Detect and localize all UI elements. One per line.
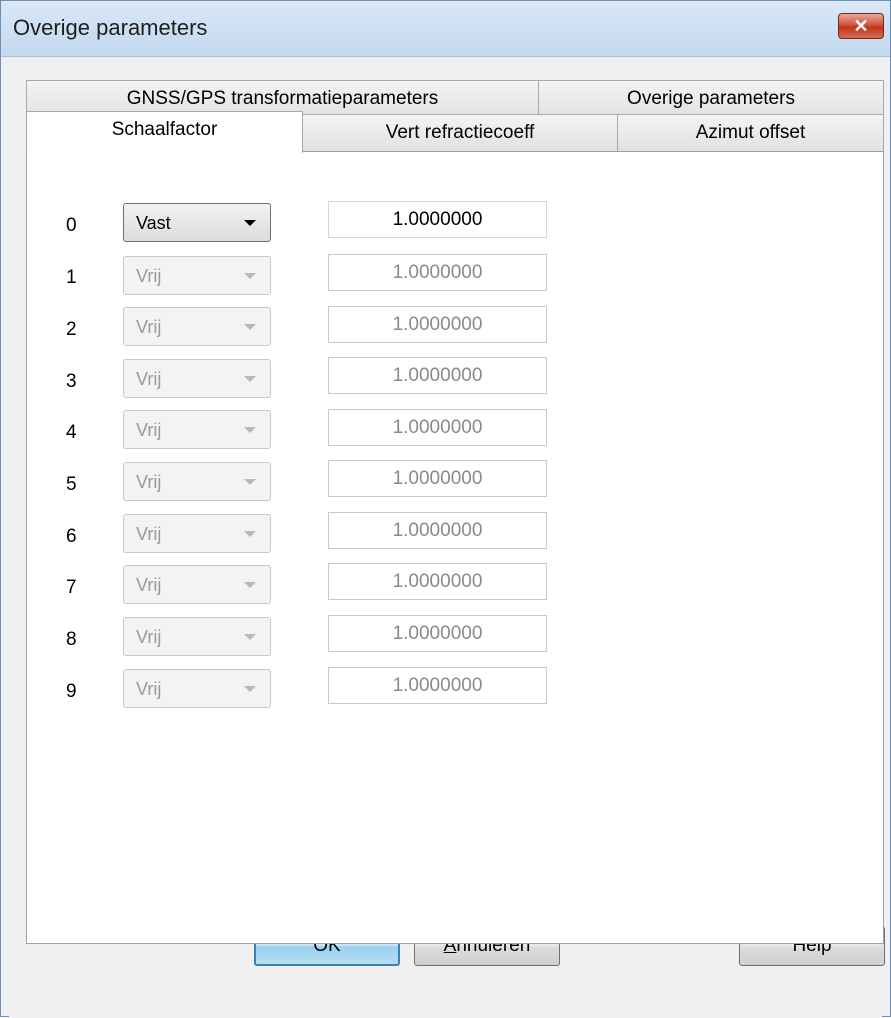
tab-label: GNSS/GPS transformatieparameters — [126, 88, 439, 109]
row-index: 0 — [66, 215, 77, 236]
mode-value: Vrij — [136, 266, 162, 286]
factor-input[interactable]: 1.0000000 — [328, 306, 547, 343]
chevron-down-icon — [244, 582, 256, 588]
row-index: 8 — [66, 629, 77, 650]
tab-label: Vert refractiecoeff — [385, 122, 535, 143]
factor-input[interactable]: 1.0000000 — [328, 201, 547, 238]
mode-dropdown[interactable]: Vrij — [123, 462, 271, 501]
factor-input[interactable]: 1.0000000 — [328, 615, 547, 652]
mode-value: Vrij — [136, 369, 162, 389]
mode-value: Vast — [136, 213, 171, 233]
dialog-window: Overige parameters ✕ GNSS/GPS transforma… — [0, 0, 891, 1018]
tab-vert-refractiecoeff[interactable]: Vert refractiecoeff — [302, 114, 618, 151]
close-button[interactable]: ✕ — [838, 13, 884, 39]
mode-value: Vrij — [136, 472, 162, 492]
factor-input[interactable]: 1.0000000 — [328, 357, 547, 394]
mode-dropdown[interactable]: Vast — [123, 203, 271, 242]
chevron-down-icon — [244, 427, 256, 433]
mode-dropdown[interactable]: Vrij — [123, 669, 271, 708]
mode-value: Vrij — [136, 420, 162, 440]
chevron-down-icon — [244, 531, 256, 537]
chevron-down-icon — [244, 479, 256, 485]
mode-dropdown[interactable]: Vrij — [123, 410, 271, 449]
row-index: 1 — [66, 267, 77, 288]
dialog-client: GNSS/GPS transformatieparameters Overige… — [9, 57, 884, 1018]
title-bar[interactable]: Overige parameters ✕ — [1, 1, 890, 57]
factor-input[interactable]: 1.0000000 — [328, 563, 547, 600]
mode-dropdown[interactable]: Vrij — [123, 256, 271, 295]
close-icon: ✕ — [853, 16, 869, 36]
mode-value: Vrij — [136, 524, 162, 544]
mode-dropdown[interactable]: Vrij — [123, 514, 271, 553]
mode-value: Vrij — [136, 679, 162, 699]
factor-input[interactable]: 1.0000000 — [328, 409, 547, 446]
mode-value: Vrij — [136, 317, 162, 337]
row-index: 6 — [66, 526, 77, 547]
chevron-down-icon — [244, 324, 256, 330]
chevron-down-icon — [244, 686, 256, 692]
chevron-down-icon — [244, 634, 256, 640]
chevron-down-icon — [244, 220, 256, 226]
row-index: 9 — [66, 681, 77, 702]
window-title: Overige parameters — [13, 15, 208, 40]
factor-input[interactable]: 1.0000000 — [328, 512, 547, 549]
mode-dropdown[interactable]: Vrij — [123, 359, 271, 398]
chevron-down-icon — [244, 376, 256, 382]
tab-overige-parameters[interactable]: Overige parameters — [538, 80, 884, 117]
mode-dropdown[interactable]: Vrij — [123, 617, 271, 656]
factor-input[interactable]: 1.0000000 — [328, 667, 547, 704]
factor-input[interactable]: 1.0000000 — [328, 254, 547, 291]
row-index: 3 — [66, 371, 77, 392]
factor-input[interactable]: 1.0000000 — [328, 460, 547, 497]
chevron-down-icon — [244, 273, 256, 279]
mode-dropdown[interactable]: Vrij — [123, 307, 271, 346]
tab-label: Overige parameters — [627, 88, 795, 109]
mode-dropdown[interactable]: Vrij — [123, 565, 271, 604]
tab-label: Azimut offset — [695, 122, 806, 143]
tab-azimut-offset[interactable]: Azimut offset — [617, 114, 884, 151]
row-index: 7 — [66, 577, 77, 598]
tab-label: Schaalfactor — [111, 119, 218, 140]
row-index: 5 — [66, 474, 77, 495]
row-index: 4 — [66, 422, 77, 443]
row-index: 2 — [66, 319, 77, 340]
tab-schaalfactor[interactable]: Schaalfactor — [26, 111, 303, 153]
mode-value: Vrij — [136, 627, 162, 647]
mode-value: Vrij — [136, 575, 162, 595]
